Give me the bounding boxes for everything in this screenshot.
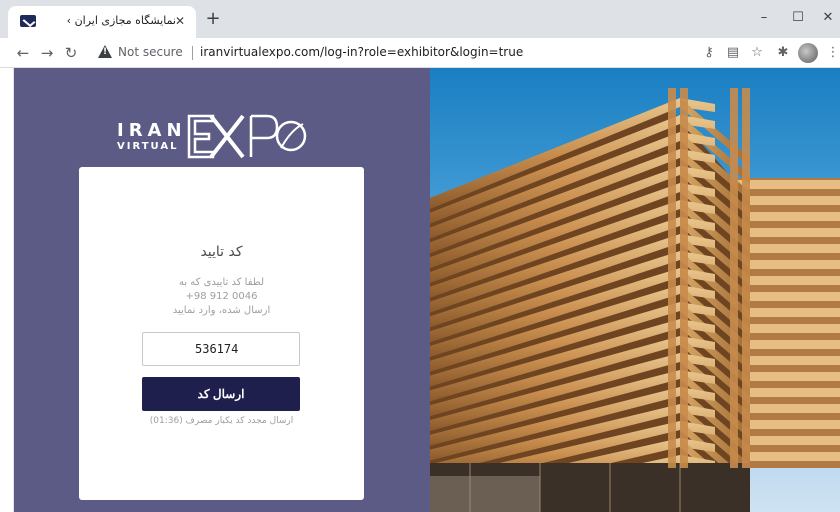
browser-toolbar: ← → ↻ Not secure iranvirtualexpo.com/log… [0,38,840,68]
menu-icon[interactable]: ⋮ [824,44,840,62]
verification-card: کد تایید لطفا کد تاییدی که به +98 912 00… [79,167,364,500]
reload-icon[interactable]: ↻ [62,44,80,62]
far-wood-slat [735,292,840,301]
translate-icon[interactable]: ▤ [724,44,742,62]
far-wood-slat [735,388,840,397]
wood-post [668,88,676,468]
address-bar[interactable]: Not secure iranvirtualexpo.com/log-in?ro… [92,42,692,64]
maximize-button[interactable]: ☐ [786,8,810,28]
forward-icon[interactable]: → [38,44,56,62]
far-wood-slat [735,308,840,317]
profile-icon[interactable] [798,43,818,63]
far-wood-slat [735,356,840,365]
logo-virtual-text: VIRTUAL [117,141,179,152]
wood-post [730,88,738,468]
extensions-icon[interactable]: ✱ [774,44,792,62]
resend-code-link[interactable]: ارسال مجدد کد یکبار مصرف (01:36) [119,416,324,426]
verification-message-line1: لطفا کد تاییدی که به [178,277,265,288]
not-secure-label[interactable]: Not secure [118,45,183,59]
far-wood-slat [735,372,840,381]
far-wood-slat [735,180,840,189]
key-icon[interactable]: ⚷ [700,44,718,62]
wood-post [680,88,688,468]
logo-expo-mark [187,114,307,159]
back-icon[interactable]: ← [14,44,32,62]
building-photo [430,68,840,512]
iran-virtual-expo-logo: IRAN VIRTUAL [117,108,317,164]
far-wood-slat [735,324,840,333]
wood-post [742,88,750,468]
minimize-button[interactable]: – [752,8,776,28]
verification-message-line3: ارسال شده، وارد نمایید [172,305,271,316]
page-left-edge [0,68,14,512]
address-separator [192,46,193,60]
url-text[interactable]: iranvirtualexpo.com/log-in?role=exhibito… [200,45,523,59]
site-favicon-icon [20,15,36,27]
far-wood-slat [735,212,840,221]
close-window-button[interactable]: ✕ [816,8,840,28]
far-wood-slat [735,340,840,349]
far-wood-slat [735,452,840,461]
verification-phone: +98 912 0046 [185,291,258,302]
page-content: IRAN VIRTUAL کد تایید لطفا کد تاییدی که … [0,68,840,512]
new-tab-button[interactable]: + [203,10,223,30]
far-wood-slat [735,196,840,205]
far-wood-slat [735,228,840,237]
building-illustration [430,88,840,512]
verification-title: کد تایید [200,244,243,260]
far-wood-slat [735,244,840,253]
verification-code-input[interactable] [142,332,300,366]
warning-icon [98,45,112,58]
far-wood-slat [735,436,840,445]
submit-code-button[interactable]: ارسال کد [142,377,300,411]
browser-tabstrip: نمایشگاه مجازی ایران › ورود ✕ + – ☐ ✕ [0,0,840,38]
far-wood-slat [735,276,840,285]
logo-iran-text: IRAN [117,120,187,141]
far-wood-slat [735,260,840,269]
far-wood-slat [735,420,840,429]
tab-title: نمایشگاه مجازی ایران › ورود [66,14,176,27]
browser-tab[interactable]: نمایشگاه مجازی ایران › ورود ✕ [8,6,196,38]
close-tab-icon[interactable]: ✕ [172,13,188,29]
star-icon[interactable]: ☆ [748,44,766,62]
far-wood-slat [735,404,840,413]
